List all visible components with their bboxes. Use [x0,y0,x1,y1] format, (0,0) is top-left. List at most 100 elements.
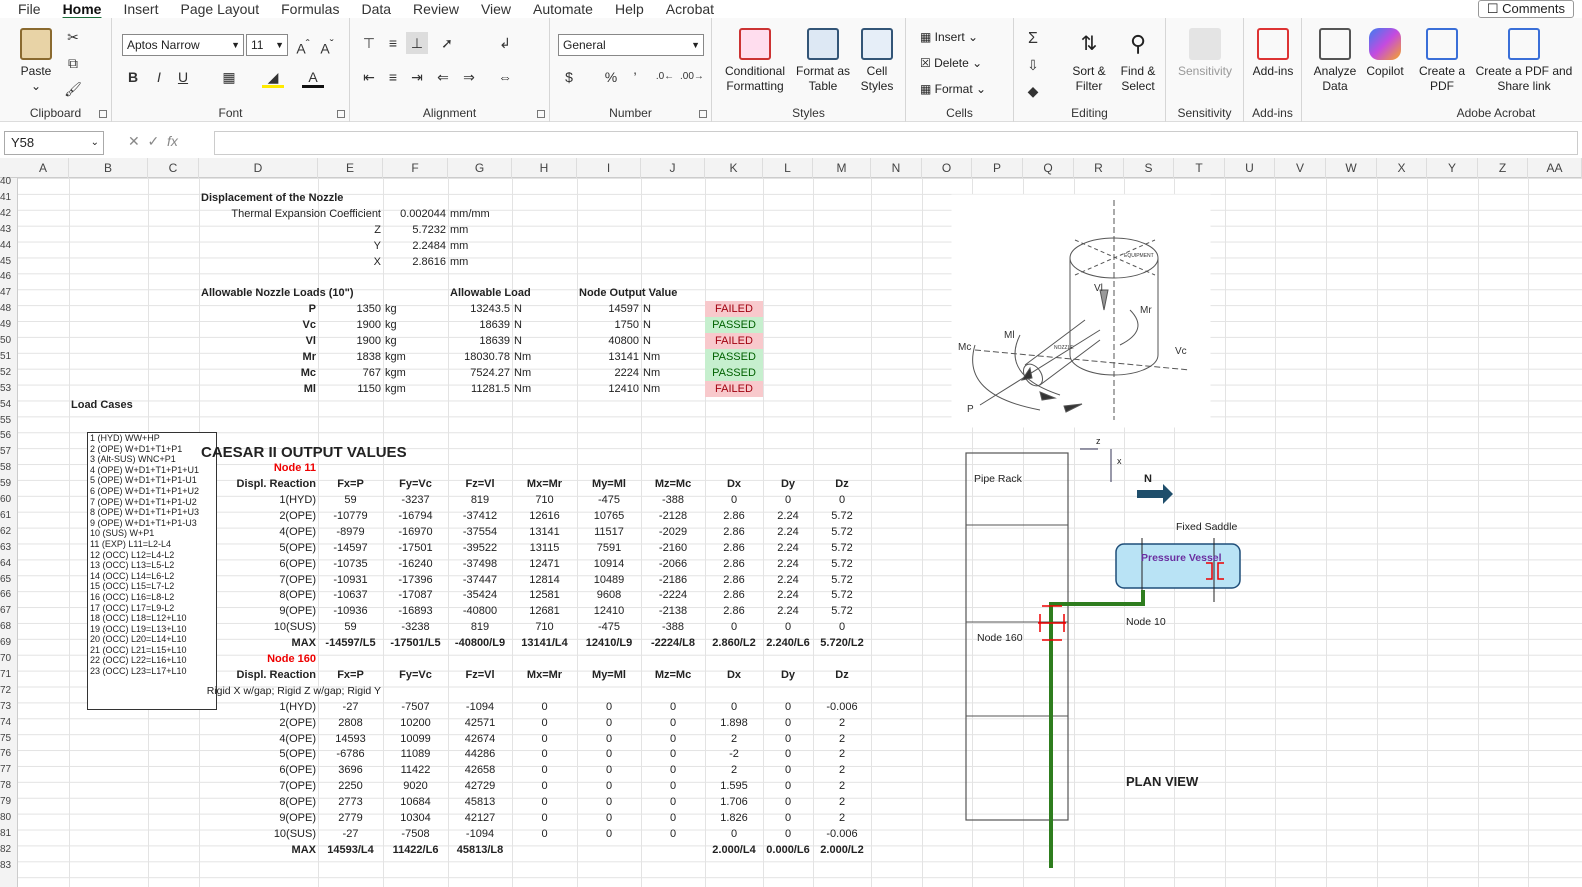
node160-cell[interactable]: 0 [579,731,639,747]
node11-cell[interactable]: -388 [643,492,703,508]
node11-cell[interactable]: 6(OPE) [201,556,316,572]
node11-cell[interactable]: -39522 [450,540,510,556]
node11-cell[interactable]: -37498 [450,556,510,572]
node11-cell[interactable]: -2029 [643,524,703,540]
col-header-G[interactable]: G [448,158,512,178]
node160-cell[interactable]: 0 [765,778,811,794]
node160-cell[interactable]: 0 [579,699,639,715]
node160-cell[interactable]: 0 [643,762,703,778]
status-badge[interactable]: FAILED [705,301,763,318]
cell-styles-button[interactable]: Cell Styles [852,28,902,94]
node160-cell[interactable]: -0.006 [815,826,869,842]
node160-cell[interactable]: 11422/L6 [385,842,446,858]
allow-load-value[interactable]: 18639 [450,317,510,333]
allow-load-value[interactable]: 13243.5 [450,301,510,317]
node160-cell[interactable] [579,842,639,858]
node11-cell[interactable]: 5.72 [815,603,869,619]
node11-cell[interactable]: 12410 [579,603,639,619]
node160-cell[interactable]: 10200 [385,715,446,731]
node11-cell[interactable]: 7591 [579,540,639,556]
allow-unit[interactable]: kgm [385,349,446,365]
row-header-54[interactable]: 54 [0,397,18,413]
node11-cell[interactable]: 5.72 [815,587,869,603]
formula-input[interactable] [214,131,1578,155]
col-header-Q[interactable]: Q [1023,158,1074,178]
row-header-79[interactable]: 79 [0,794,18,810]
node11-cell[interactable]: 12814 [514,572,575,588]
row-header-82[interactable]: 82 [0,842,18,858]
node160-cell[interactable]: 0 [643,699,703,715]
node160-cell[interactable]: 1.595 [707,778,761,794]
row-header-81[interactable]: 81 [0,826,18,842]
node11-label[interactable]: Node 11 [201,460,316,476]
node11-cell[interactable]: 10765 [579,508,639,524]
node11-cell[interactable]: 2.24 [765,603,811,619]
node11-cell[interactable]: 819 [450,619,510,635]
load-name[interactable]: Ml [201,381,316,397]
node11-cell[interactable]: -16794 [385,508,446,524]
node11-cell[interactable]: -35424 [450,587,510,603]
italic-icon[interactable]: I [148,66,170,88]
row-header-46[interactable]: 46 [0,269,18,285]
node11-cell[interactable]: 0 [765,619,811,635]
node11-cell[interactable]: -37554 [450,524,510,540]
caesar-header[interactable]: Fy=Vc [385,667,446,683]
node160-cell[interactable]: 0 [765,699,811,715]
node160-cell[interactable]: 11422 [385,762,446,778]
node11-cell[interactable]: -10931 [320,572,381,588]
load-name[interactable]: P [201,301,316,317]
node11-cell[interactable]: 2.86 [707,572,761,588]
col-header-W[interactable]: W [1326,158,1377,178]
underline-icon[interactable]: U [172,66,194,88]
node160-cell[interactable]: -27 [320,826,381,842]
node160-cell[interactable]: -6786 [320,746,381,762]
node160-cell[interactable]: 0 [579,746,639,762]
node11-cell[interactable]: 2(OPE) [201,508,316,524]
node160-cell[interactable]: 0 [514,778,575,794]
allow-load-value[interactable]: 18639 [450,333,510,349]
node11-cell[interactable]: -16893 [385,603,446,619]
row-header-67[interactable]: 67 [0,603,18,619]
node160-cell[interactable]: 2808 [320,715,381,731]
node160-cell[interactable]: 0 [643,731,703,747]
node160-cell[interactable]: 0 [514,715,575,731]
row-header-74[interactable]: 74 [0,715,18,731]
node11-cell[interactable]: -475 [579,492,639,508]
output-unit[interactable]: N [643,301,703,317]
col-header-L[interactable]: L [763,158,813,178]
col-header-P[interactable]: P [972,158,1023,178]
font-launcher[interactable] [337,110,345,118]
node160-label[interactable]: Node 160 [201,651,316,667]
node160-cell[interactable]: 0 [707,699,761,715]
node160-cell[interactable]: 10304 [385,810,446,826]
node160-cell[interactable]: 42674 [450,731,510,747]
row-header-71[interactable]: 71 [0,667,18,683]
node11-cell[interactable]: -3238 [385,619,446,635]
allow-unit[interactable]: kgm [385,381,446,397]
node11-cell[interactable]: 819 [450,492,510,508]
node11-cell[interactable]: 12581 [514,587,575,603]
caesar-header[interactable]: Dy [765,667,811,683]
row-header-64[interactable]: 64 [0,556,18,572]
node11-cell[interactable]: 9(OPE) [201,603,316,619]
middle-align-icon[interactable]: ≡ [382,32,404,54]
tab-acrobat[interactable]: Acrobat [655,1,725,17]
row-header-68[interactable]: 68 [0,619,18,635]
node11-cell[interactable]: 9608 [579,587,639,603]
row-header-65[interactable]: 65 [0,572,18,588]
node160-cell[interactable]: 2.000/L2 [815,842,869,858]
caesar-header[interactable]: Fx=P [320,476,381,492]
node11-cell[interactable]: -2128 [643,508,703,524]
caesar-header[interactable]: Dx [707,667,761,683]
caesar-header[interactable]: Dy [765,476,811,492]
allow-load-unit[interactable]: Nm [514,349,575,365]
node160-cell[interactable]: 2 [815,778,869,794]
allow-load-value[interactable]: 11281.5 [450,381,510,397]
node160-cell[interactable]: 0 [643,826,703,842]
allow-value[interactable]: 1900 [320,333,381,349]
insert-cells-button[interactable]: ▦ Insert ⌄ [920,30,978,44]
bottom-align-icon[interactable]: ⊥ [406,32,428,54]
node11-cell[interactable]: 710 [514,619,575,635]
node11-cell[interactable]: -2066 [643,556,703,572]
tab-view[interactable]: View [470,1,522,17]
